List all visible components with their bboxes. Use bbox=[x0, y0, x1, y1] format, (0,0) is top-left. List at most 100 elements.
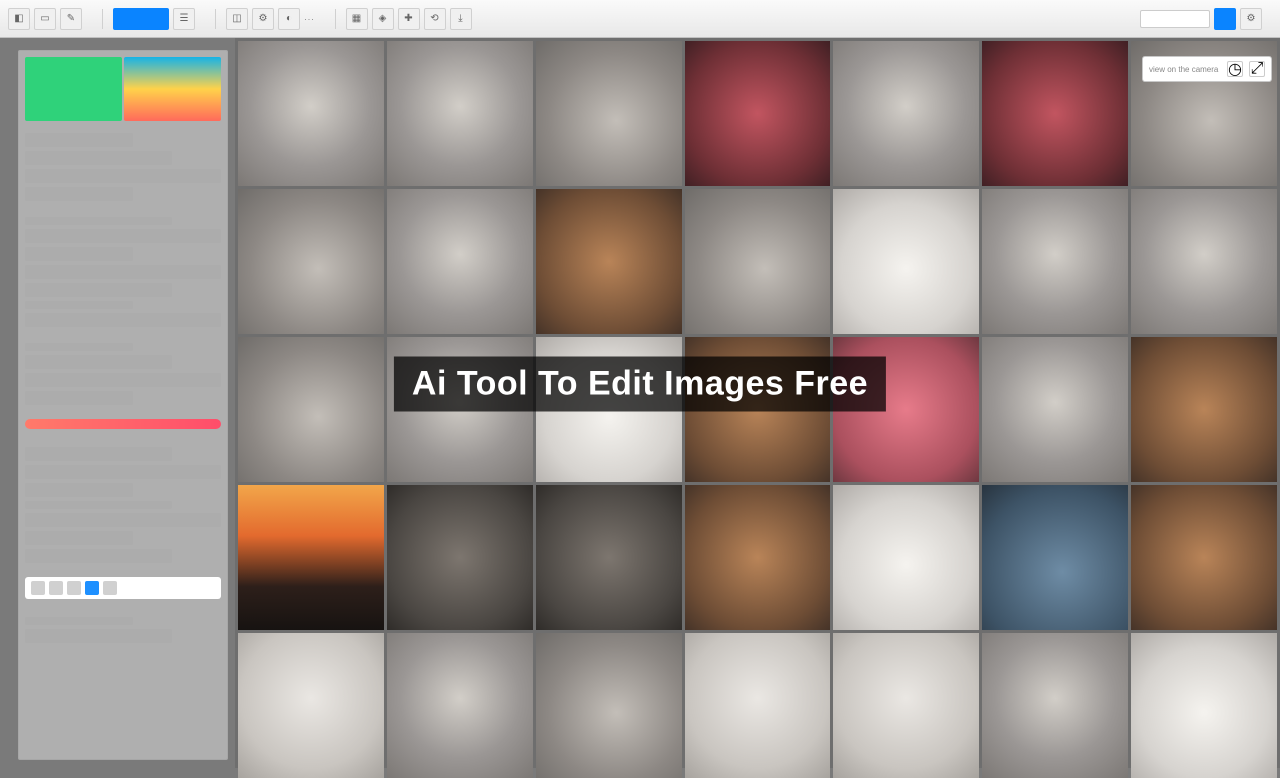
swatch-green[interactable] bbox=[25, 57, 122, 121]
image-thumbnail[interactable] bbox=[238, 485, 384, 630]
panel-control[interactable] bbox=[25, 483, 133, 497]
panel-control[interactable] bbox=[25, 265, 221, 279]
image-thumbnail[interactable] bbox=[238, 633, 384, 778]
image-thumbnail[interactable] bbox=[238, 337, 384, 482]
tool-button[interactable]: ▦ bbox=[346, 8, 368, 30]
image-thumbnail[interactable] bbox=[536, 189, 682, 334]
pen-icon[interactable]: ✎ bbox=[60, 8, 82, 30]
image-thumbnail[interactable] bbox=[387, 41, 533, 186]
panel-control[interactable] bbox=[25, 629, 172, 643]
panel-footer-bar bbox=[25, 577, 221, 599]
confirm-button[interactable] bbox=[1214, 8, 1236, 30]
panel-control[interactable] bbox=[25, 549, 172, 563]
image-thumbnail[interactable] bbox=[833, 189, 979, 334]
doc-icon[interactable]: ▭ bbox=[34, 8, 56, 30]
panel-section bbox=[25, 133, 221, 205]
panel-control[interactable] bbox=[25, 355, 172, 369]
primary-action-button[interactable] bbox=[113, 8, 169, 30]
crop-icon[interactable]: ◫ bbox=[226, 8, 248, 30]
image-thumbnail[interactable] bbox=[1131, 485, 1277, 630]
panel-section bbox=[25, 447, 221, 567]
settings-icon[interactable]: ⚙ bbox=[1240, 8, 1262, 30]
panel-control[interactable] bbox=[25, 465, 221, 479]
home-icon[interactable]: ◧ bbox=[8, 8, 30, 30]
toolbar-sep bbox=[335, 9, 336, 29]
toolbar-group-tools: ▦ ◈ ✚ ⟲ ⤓ bbox=[346, 8, 472, 30]
image-thumbnail[interactable] bbox=[238, 41, 384, 186]
overlay-title: Ai Tool To Edit Images Free bbox=[394, 357, 886, 412]
panel-section bbox=[25, 343, 221, 409]
panel-control[interactable] bbox=[25, 447, 172, 461]
filter-icon[interactable]: ◐ bbox=[278, 8, 300, 30]
panel-control[interactable] bbox=[25, 187, 133, 201]
image-thumbnail[interactable] bbox=[685, 633, 831, 778]
panel-label bbox=[25, 217, 172, 225]
panel-control[interactable] bbox=[25, 391, 133, 405]
panel-control[interactable] bbox=[25, 283, 172, 297]
toolbar-label: ··· bbox=[304, 14, 315, 24]
image-thumbnail[interactable] bbox=[1131, 189, 1277, 334]
chip-button[interactable] bbox=[49, 581, 63, 595]
adjust-icon[interactable]: ⚙ bbox=[252, 8, 274, 30]
search-input[interactable] bbox=[1140, 10, 1210, 28]
toolbar-group-file: ◧ ▭ ✎ bbox=[8, 8, 82, 30]
tool-button[interactable]: ✚ bbox=[398, 8, 420, 30]
panel-control[interactable] bbox=[25, 373, 221, 387]
chip-button[interactable] bbox=[31, 581, 45, 595]
chip-button-active[interactable] bbox=[85, 581, 99, 595]
image-thumbnail[interactable] bbox=[1131, 337, 1277, 482]
image-thumbnail[interactable] bbox=[982, 337, 1128, 482]
left-sidebar bbox=[18, 50, 228, 760]
tool-button[interactable]: ⤓ bbox=[450, 8, 472, 30]
image-thumbnail[interactable] bbox=[833, 633, 979, 778]
image-thumbnail[interactable] bbox=[833, 485, 979, 630]
image-thumbnail[interactable] bbox=[982, 189, 1128, 334]
top-toolbar: ◧ ▭ ✎ ☰ ◫ ⚙ ◐ ··· ▦ ◈ ✚ ⟲ ⤓ ⚙ bbox=[0, 0, 1280, 38]
panel-label bbox=[25, 501, 172, 509]
panel-label bbox=[25, 301, 133, 309]
view-mode-label: view on the camera bbox=[1149, 65, 1221, 74]
color-picker[interactable] bbox=[25, 57, 221, 121]
panel-label bbox=[25, 617, 133, 625]
panel-control[interactable] bbox=[25, 247, 133, 261]
panel-section bbox=[25, 217, 221, 331]
panel-control[interactable] bbox=[25, 169, 221, 183]
swatch-gradient[interactable] bbox=[124, 57, 221, 121]
image-thumbnail[interactable] bbox=[685, 41, 831, 186]
toolbar-group-view: ☰ bbox=[113, 8, 195, 30]
toolbar-sep bbox=[215, 9, 216, 29]
image-thumbnail[interactable] bbox=[387, 633, 533, 778]
panel-control[interactable] bbox=[25, 229, 221, 243]
tool-button[interactable]: ◈ bbox=[372, 8, 394, 30]
toolbar-group-right: ⚙ bbox=[1140, 8, 1262, 30]
image-thumbnail[interactable] bbox=[833, 41, 979, 186]
image-thumbnail[interactable] bbox=[982, 633, 1128, 778]
panel-control[interactable] bbox=[25, 513, 221, 527]
expand-icon[interactable]: ⤢ bbox=[1249, 61, 1265, 77]
panel-control[interactable] bbox=[25, 151, 172, 165]
clock-icon[interactable]: ◷ bbox=[1227, 61, 1243, 77]
image-thumbnail[interactable] bbox=[536, 41, 682, 186]
image-thumbnail[interactable] bbox=[238, 189, 384, 334]
layers-icon[interactable]: ☰ bbox=[173, 8, 195, 30]
panel-control[interactable] bbox=[25, 313, 221, 327]
image-thumbnail[interactable] bbox=[982, 41, 1128, 186]
toolbar-sep bbox=[102, 9, 103, 29]
panel-control[interactable] bbox=[25, 531, 133, 545]
panel-section bbox=[25, 617, 221, 647]
image-thumbnail[interactable] bbox=[536, 485, 682, 630]
view-mode-toggle[interactable]: view on the camera ◷ ⤢ bbox=[1142, 56, 1272, 82]
image-thumbnail[interactable] bbox=[982, 485, 1128, 630]
image-thumbnail[interactable] bbox=[387, 189, 533, 334]
image-thumbnail[interactable] bbox=[1131, 633, 1277, 778]
image-thumbnail[interactable] bbox=[685, 485, 831, 630]
chip-button[interactable] bbox=[67, 581, 81, 595]
tool-button[interactable]: ⟲ bbox=[424, 8, 446, 30]
panel-control[interactable] bbox=[25, 133, 133, 147]
panel-label bbox=[25, 343, 133, 351]
image-thumbnail[interactable] bbox=[685, 189, 831, 334]
image-thumbnail[interactable] bbox=[387, 485, 533, 630]
chip-button[interactable] bbox=[103, 581, 117, 595]
hue-slider[interactable] bbox=[25, 419, 221, 429]
image-thumbnail[interactable] bbox=[536, 633, 682, 778]
